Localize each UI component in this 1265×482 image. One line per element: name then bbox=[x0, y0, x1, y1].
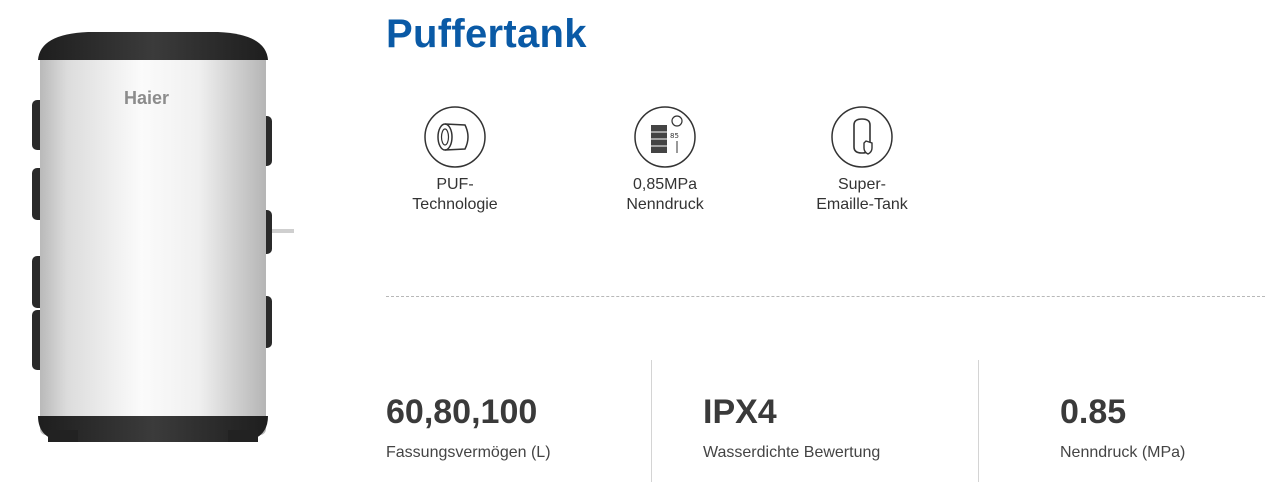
feature-label: 0,85MPa Nenndruck bbox=[626, 176, 704, 213]
page-title: Puffertank bbox=[386, 12, 587, 56]
section-divider bbox=[386, 296, 1265, 297]
stat-separator bbox=[978, 360, 979, 482]
feature-pressure: 85 0,85MPa Nenndruck bbox=[585, 105, 745, 215]
pressure-building-icon: 85 bbox=[633, 105, 697, 169]
product-image: Haier bbox=[28, 28, 298, 453]
feature-label: Super- Emaille-Tank bbox=[816, 176, 908, 213]
stat-capacity: 60,80,100 Fassungsvermögen (L) bbox=[386, 392, 551, 462]
stat-value: 60,80,100 bbox=[386, 393, 538, 431]
stat-separator bbox=[651, 360, 652, 482]
feature-label: PUF- Technologie bbox=[412, 176, 498, 213]
feature-puf-technology: PUF- Technologie bbox=[375, 105, 535, 215]
stat-rated-pressure: 0.85 Nenndruck (MPa) bbox=[1060, 392, 1185, 462]
feature-enamel-tank: Super- Emaille-Tank bbox=[782, 105, 942, 215]
stat-label: Fassungsvermögen (L) bbox=[386, 444, 551, 461]
stat-label: Wasserdichte Bewertung bbox=[703, 444, 881, 461]
pressure-icon-text: 85 bbox=[670, 132, 679, 140]
enamel-tank-shield-icon bbox=[830, 105, 894, 169]
stat-waterproof-rating: IPX4 Wasserdichte Bewertung bbox=[703, 392, 880, 462]
stat-label: Nenndruck (MPa) bbox=[1060, 444, 1186, 461]
puf-technology-icon bbox=[423, 105, 487, 169]
stat-value: IPX4 bbox=[703, 393, 777, 431]
brand-logo: Haier bbox=[124, 88, 170, 108]
stat-value: 0.85 bbox=[1060, 393, 1127, 431]
